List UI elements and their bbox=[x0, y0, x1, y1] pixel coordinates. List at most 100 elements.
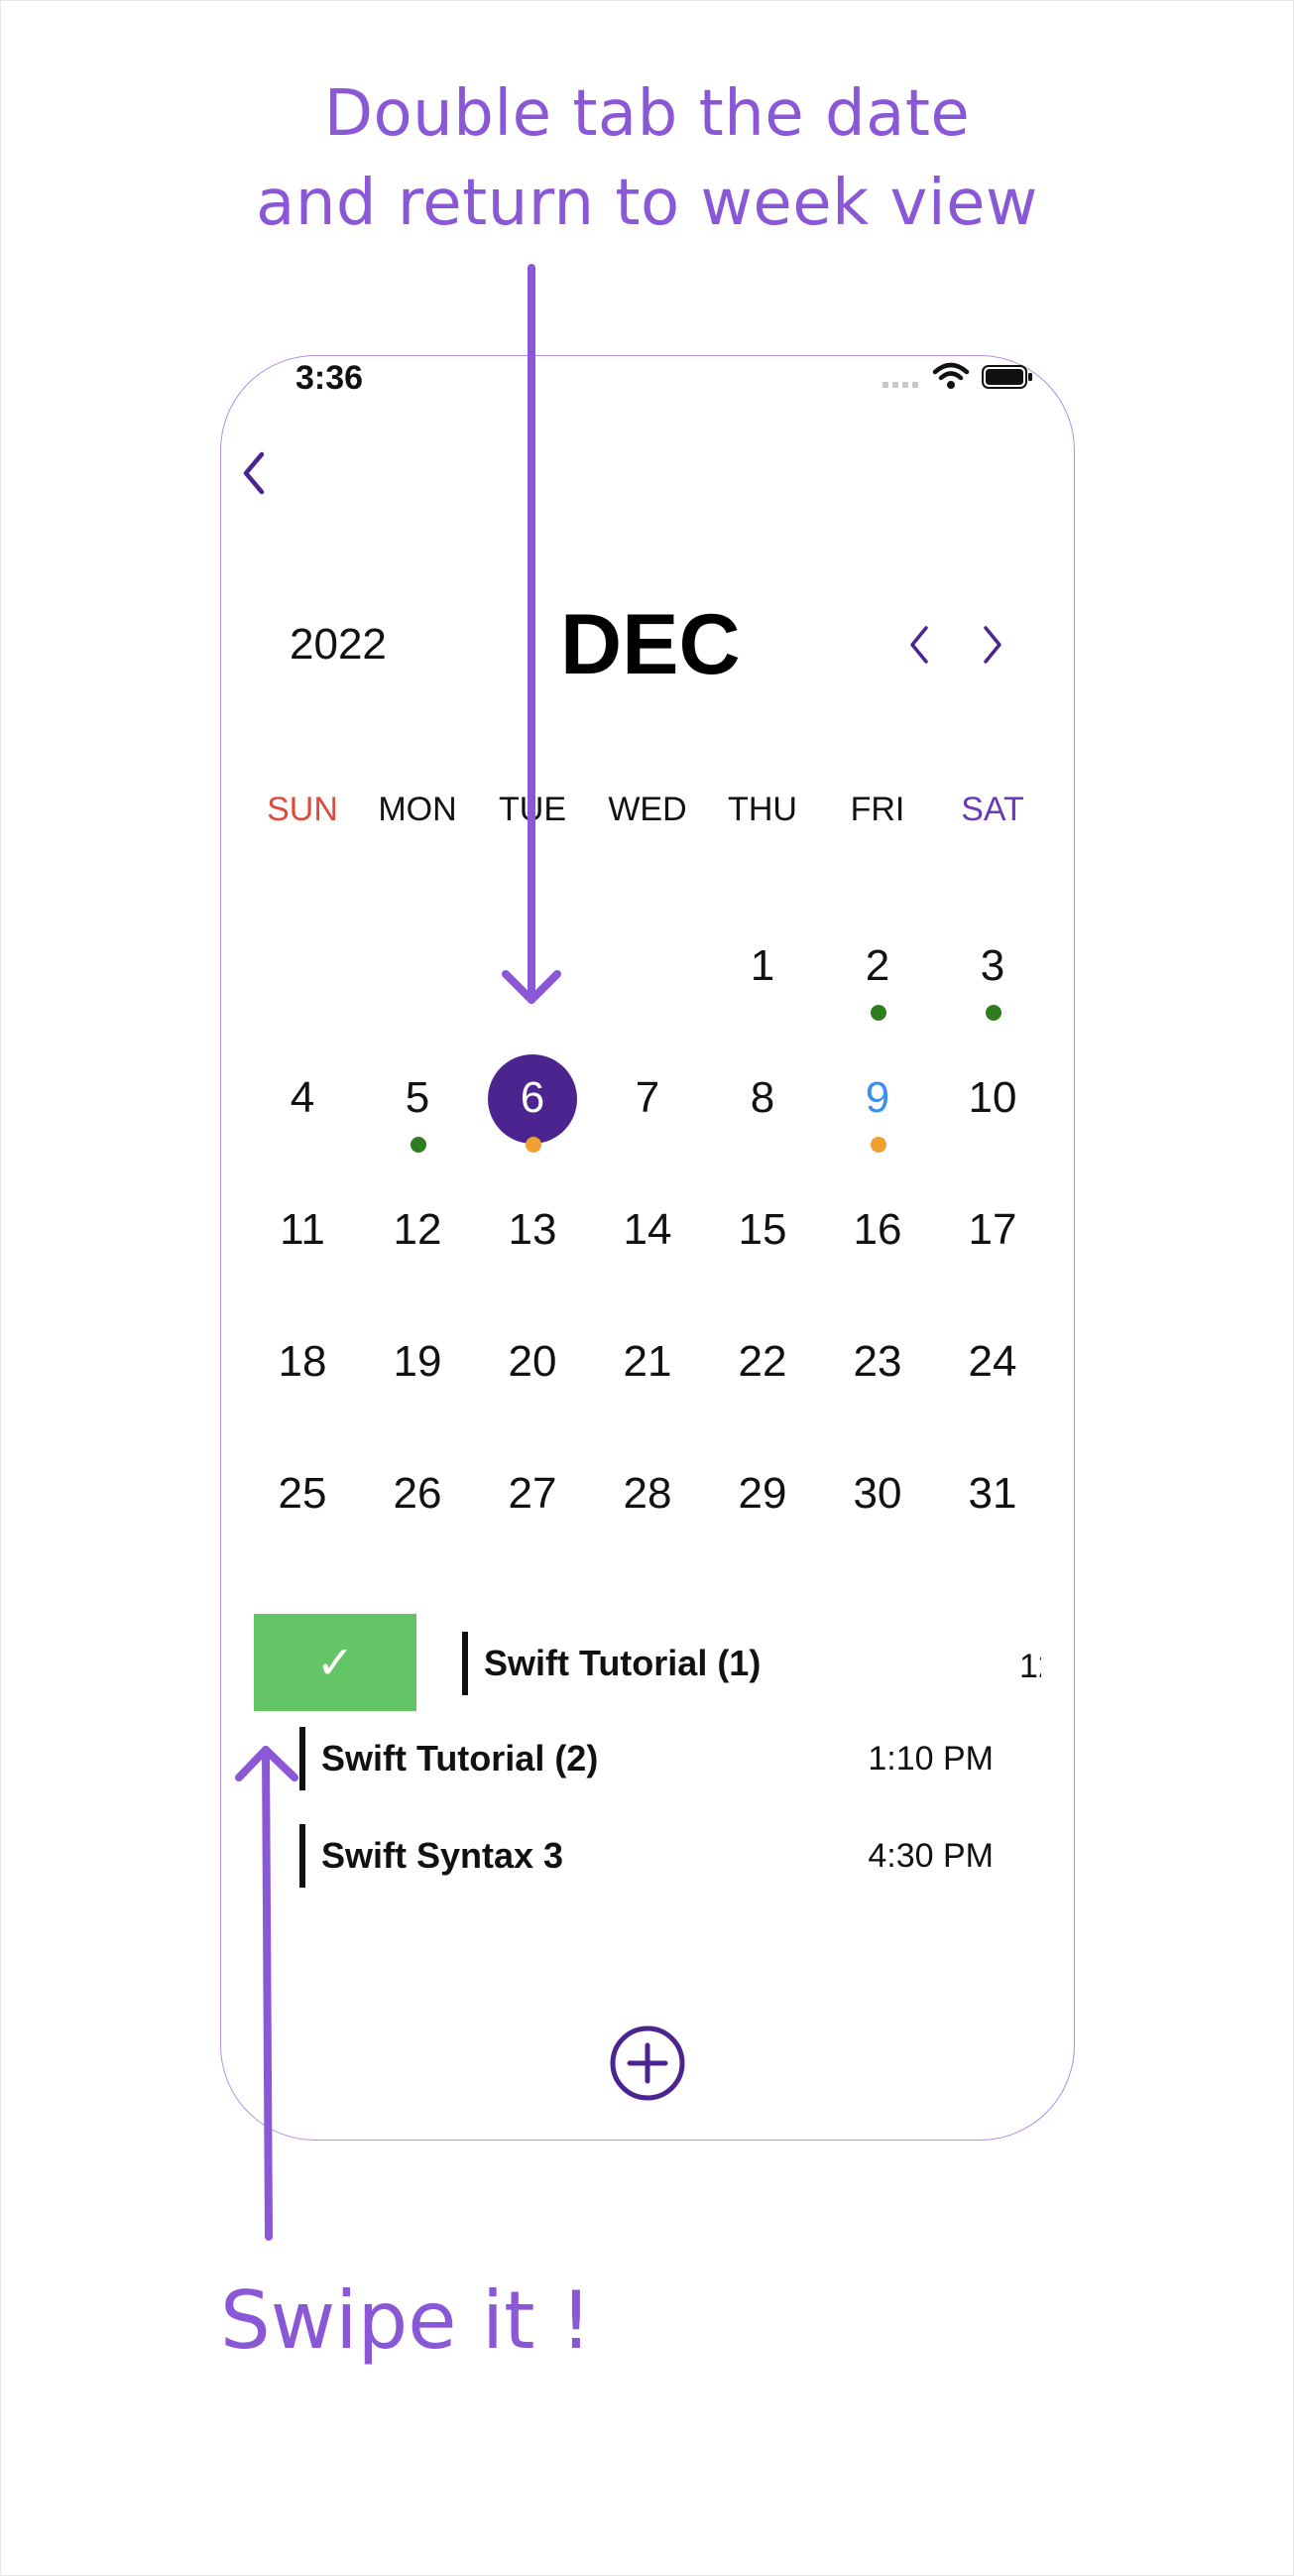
week-row: 25 26 27 28 29 30 31 bbox=[245, 1466, 1050, 1597]
back-chevron-icon[interactable] bbox=[236, 448, 272, 498]
event-bar bbox=[462, 1632, 468, 1695]
week-row: 18 19 20 21 22 23 24 bbox=[245, 1334, 1050, 1465]
day-cell-27[interactable]: 27 bbox=[475, 1466, 590, 1597]
day-number: 19 bbox=[393, 1337, 442, 1386]
event-time: 12 bbox=[1019, 1648, 1041, 1685]
day-number: 24 bbox=[968, 1337, 1017, 1386]
day-number: 5 bbox=[405, 1073, 430, 1122]
day-cell-25[interactable]: 25 bbox=[245, 1466, 360, 1597]
day-number: 29 bbox=[738, 1469, 787, 1518]
day-cell-21[interactable]: 21 bbox=[590, 1334, 705, 1465]
week-row: 11 12 13 14 15 16 17 bbox=[245, 1202, 1050, 1333]
day-number: 20 bbox=[508, 1337, 557, 1386]
event-row-2[interactable]: Swift Tutorial (2) 1:10 PM bbox=[299, 1727, 1013, 1790]
day-number: 4 bbox=[290, 1073, 315, 1122]
complete-swipe-action[interactable]: ✓ bbox=[254, 1614, 416, 1711]
day-number: 11 bbox=[280, 1205, 325, 1254]
day-cell-20[interactable]: 20 bbox=[475, 1334, 590, 1465]
day-number: 1 bbox=[750, 941, 775, 990]
day-number: 6 bbox=[520, 1073, 545, 1122]
empty-day-cell bbox=[590, 938, 705, 1069]
day-number: 14 bbox=[623, 1205, 672, 1254]
day-cell-31[interactable]: 31 bbox=[935, 1466, 1050, 1597]
day-cell-23[interactable]: 23 bbox=[820, 1334, 935, 1465]
next-month-icon[interactable] bbox=[978, 622, 1007, 668]
empty-day-cell bbox=[245, 938, 360, 1069]
weekday-sat: SAT bbox=[961, 791, 1024, 828]
day-number: 16 bbox=[853, 1205, 902, 1254]
week-row: 1 2 3 bbox=[245, 938, 1050, 1069]
annotation-line-1: Double tab the date bbox=[323, 77, 971, 151]
day-number: 13 bbox=[508, 1205, 557, 1254]
add-event-icon[interactable] bbox=[608, 2024, 687, 2103]
weekday-thu: THU bbox=[728, 791, 797, 828]
event-title: Swift Tutorial (2) bbox=[321, 1738, 599, 1779]
annotation-line-2: and return to week view bbox=[256, 167, 1038, 240]
day-cell-6[interactable]: 6 bbox=[475, 1054, 590, 1201]
day-number: 28 bbox=[623, 1469, 672, 1518]
empty-day-cell bbox=[360, 938, 475, 1069]
day-number: 26 bbox=[393, 1469, 442, 1518]
day-number: 10 bbox=[968, 1073, 1017, 1122]
day-cell-24[interactable]: 24 bbox=[935, 1334, 1050, 1465]
event-time-clipped: 12 bbox=[1001, 1635, 1041, 1694]
event-dot bbox=[871, 1137, 886, 1153]
day-number: 21 bbox=[623, 1337, 672, 1386]
event-row-3[interactable]: Swift Syntax 3 4:30 PM bbox=[299, 1824, 1013, 1888]
day-number: 17 bbox=[968, 1205, 1017, 1254]
day-number: 9 bbox=[865, 1073, 890, 1122]
day-cell-12[interactable]: 12 bbox=[360, 1202, 475, 1333]
event-row-1[interactable]: Swift Tutorial (1) bbox=[462, 1632, 998, 1695]
day-cell-7[interactable]: 7 bbox=[590, 1070, 705, 1201]
day-cell-5[interactable]: 5 bbox=[360, 1070, 475, 1201]
checkmark-icon: ✓ bbox=[315, 1637, 355, 1688]
day-cell-16[interactable]: 16 bbox=[820, 1202, 935, 1333]
day-cell-3[interactable]: 3 bbox=[935, 938, 1050, 1069]
day-cell-15[interactable]: 15 bbox=[705, 1202, 820, 1333]
day-cell-13[interactable]: 13 bbox=[475, 1202, 590, 1333]
event-dot bbox=[986, 1005, 1001, 1021]
day-cell-29[interactable]: 29 bbox=[705, 1466, 820, 1597]
event-bar bbox=[299, 1727, 305, 1790]
day-cell-19[interactable]: 19 bbox=[360, 1334, 475, 1465]
weekday-sun: SUN bbox=[267, 791, 338, 828]
day-cell-26[interactable]: 26 bbox=[360, 1466, 475, 1597]
day-number: 30 bbox=[853, 1469, 902, 1518]
weekday-wed: WED bbox=[608, 791, 687, 828]
day-cell-9[interactable]: 9 bbox=[820, 1070, 935, 1201]
weekday-fri: FRI bbox=[850, 791, 905, 828]
year-label: 2022 bbox=[290, 620, 387, 669]
day-cell-28[interactable]: 28 bbox=[590, 1466, 705, 1597]
day-cell-8[interactable]: 8 bbox=[705, 1070, 820, 1201]
day-cell-2[interactable]: 2 bbox=[820, 938, 935, 1069]
signal-icon bbox=[882, 382, 918, 388]
day-cell-30[interactable]: 30 bbox=[820, 1466, 935, 1597]
weekday-header: SUN MON TUE WED THU FRI SAT bbox=[245, 786, 1050, 833]
event-dot bbox=[871, 1005, 886, 1021]
day-number: 23 bbox=[853, 1337, 902, 1386]
day-cell-4[interactable]: 4 bbox=[245, 1070, 360, 1201]
battery-icon bbox=[982, 365, 1032, 389]
event-dot bbox=[526, 1137, 541, 1153]
day-number: 8 bbox=[750, 1073, 775, 1122]
day-cell-14[interactable]: 14 bbox=[590, 1202, 705, 1333]
day-number: 25 bbox=[278, 1469, 327, 1518]
previous-month-icon[interactable] bbox=[904, 622, 934, 668]
day-cell-18[interactable]: 18 bbox=[245, 1334, 360, 1465]
day-number: 12 bbox=[393, 1205, 442, 1254]
day-number: 3 bbox=[980, 941, 1005, 990]
day-number: 2 bbox=[865, 941, 890, 990]
event-dot bbox=[411, 1137, 426, 1153]
weekday-tue: TUE bbox=[499, 791, 566, 828]
day-number: 22 bbox=[738, 1337, 787, 1386]
day-number: 15 bbox=[738, 1205, 787, 1254]
event-title: Swift Tutorial (1) bbox=[484, 1643, 762, 1683]
day-cell-22[interactable]: 22 bbox=[705, 1334, 820, 1465]
day-number: 27 bbox=[508, 1469, 557, 1518]
day-cell-1[interactable]: 1 bbox=[705, 938, 820, 1069]
day-cell-11[interactable]: 11 bbox=[245, 1202, 360, 1333]
week-row: 4 5 6 7 8 9 10 bbox=[245, 1054, 1050, 1201]
day-cell-10[interactable]: 10 bbox=[935, 1070, 1050, 1201]
day-cell-17[interactable]: 17 bbox=[935, 1202, 1050, 1333]
day-number: 7 bbox=[635, 1073, 660, 1122]
